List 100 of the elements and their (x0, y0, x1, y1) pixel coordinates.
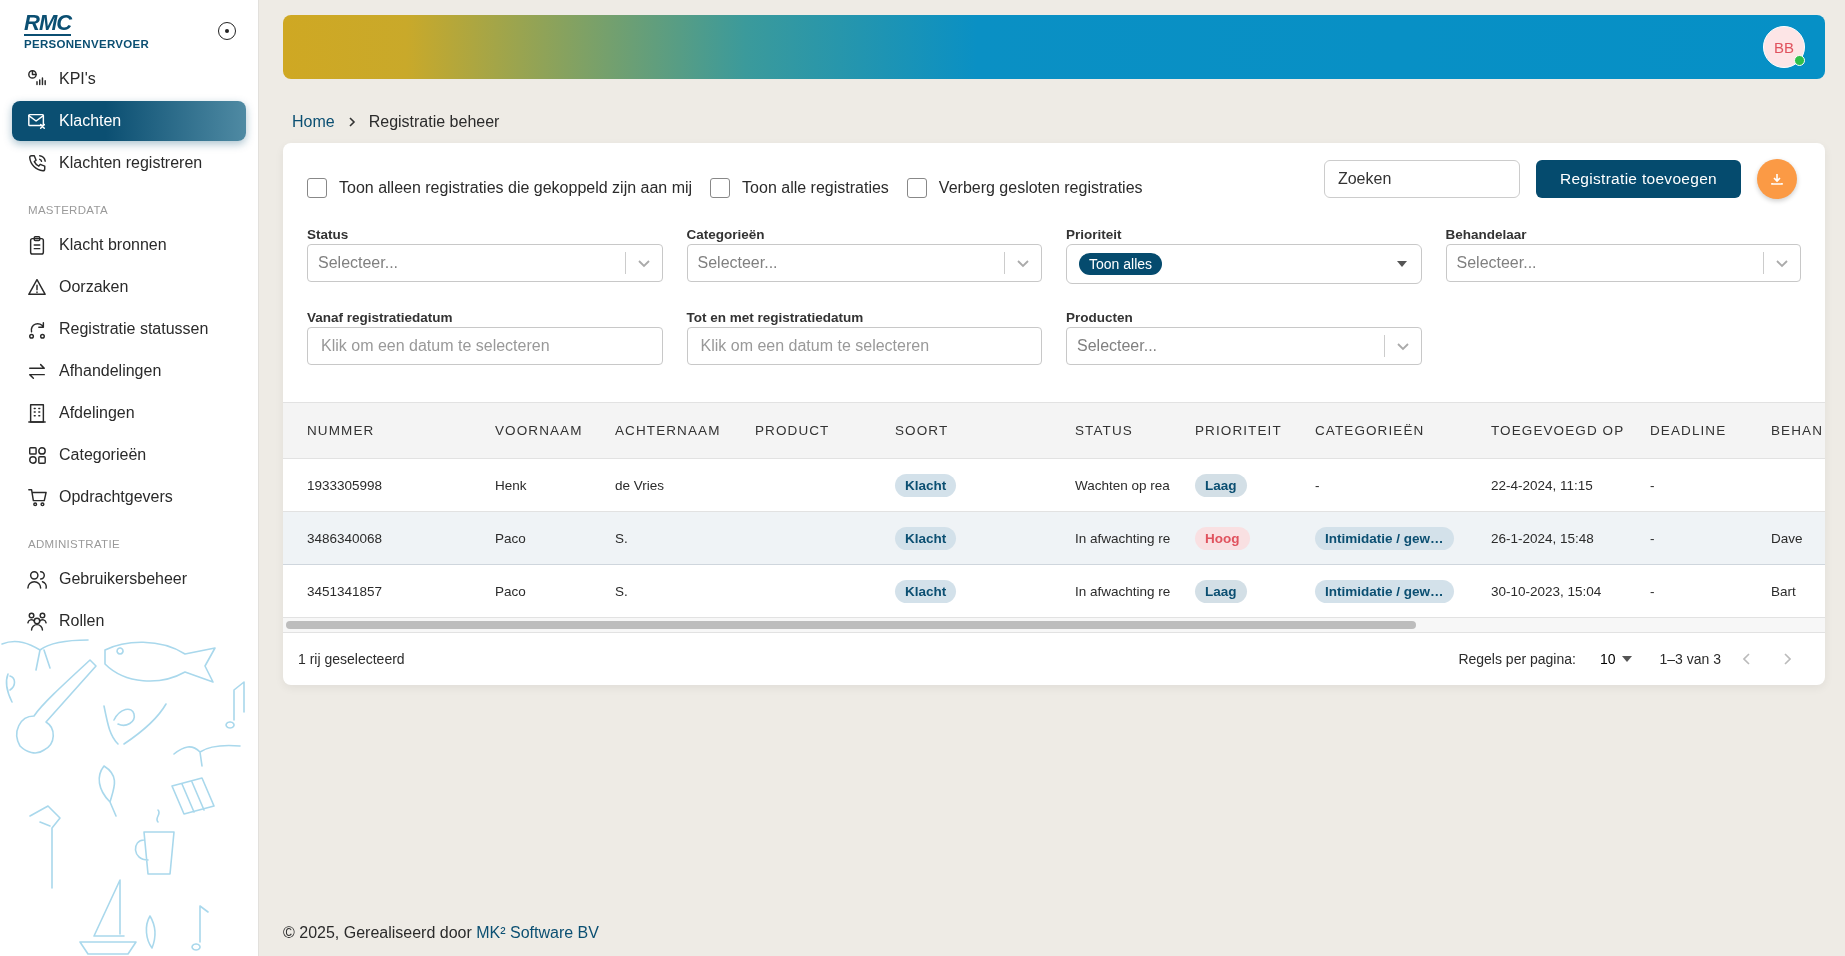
page-range: 1–3 van 3 (1659, 651, 1721, 667)
date-field[interactable]: Klik om een datum te selecteren (307, 327, 663, 365)
selection-count: 1 rij geselecteerd (298, 651, 405, 667)
field-label: Categorieën (686, 227, 766, 242)
nav-item[interactable]: Categorieën (12, 435, 246, 475)
table-cell: In afwachting re (1075, 530, 1171, 546)
checkbox[interactable] (710, 178, 731, 198)
nav-icon (27, 611, 47, 631)
table-cell: 1933305998 (307, 477, 383, 493)
table-cell: - (1650, 477, 1655, 493)
tag: Intimidatie / gew… (1315, 526, 1454, 550)
chevron-down-icon (1017, 259, 1029, 267)
date-field[interactable]: Klik om een datum te selecteren (686, 327, 1042, 365)
company-logo: RMC PERSONENVERVOER (24, 12, 150, 50)
nav-icon (27, 403, 47, 423)
select-field[interactable]: Selecteer... (307, 244, 663, 282)
checkbox-label: Toon alle registraties (742, 179, 889, 197)
horizontal-scrollbar[interactable] (283, 618, 1825, 633)
search-field[interactable]: Zoeken (1323, 160, 1520, 198)
nav-item[interactable]: Registratie statussen (12, 309, 246, 349)
chevron-down-icon (1776, 259, 1788, 267)
tag: Intimidatie / gew… (1315, 579, 1454, 603)
nav-item[interactable]: Rollen (12, 601, 246, 641)
table-cell: Paco (495, 583, 526, 599)
field-label: Prioriteit (1066, 227, 1123, 242)
table-row[interactable]: 3486340068 Paco S. Klacht In afwachting re Hoog Intimidatie / gew… 26-1-2024, 15:48 - Dave (283, 512, 1825, 565)
nav-icon (27, 111, 47, 131)
table-cell: - (1650, 530, 1655, 546)
rows-per-page-label: Regels per pagina: (1458, 651, 1576, 667)
checkbox[interactable] (906, 178, 927, 198)
chevron-down-icon (637, 259, 650, 267)
nav-icon (27, 277, 47, 297)
column-header[interactable]: SOORT (895, 423, 949, 438)
select-field[interactable]: Selecteer... (1066, 327, 1422, 365)
table-cell: - (1315, 477, 1320, 493)
caret-icon (1621, 656, 1632, 662)
tag: Klacht (895, 579, 957, 603)
nav-item[interactable]: Oorzaken (12, 267, 246, 307)
table-cell: 22-4-2024, 11:15 (1491, 477, 1593, 493)
nav-item[interactable]: Klachten (12, 101, 246, 141)
table-cell: 3451341857 (307, 583, 383, 599)
tag: Klacht (895, 473, 957, 497)
rows-per-page-select[interactable]: 10 (1599, 651, 1632, 667)
nav-icon (27, 361, 47, 381)
copyright-text: © 2025, Gerealiseerd door MK² Software BV (283, 924, 600, 943)
table-cell: Henk (495, 477, 527, 493)
column-header[interactable]: PRODUCT (755, 423, 830, 438)
download-button[interactable] (1757, 159, 1797, 199)
chevron-down-icon (1396, 342, 1409, 350)
download-icon (1771, 173, 1783, 185)
table-cell: 30-10-2023, 15:04 (1491, 583, 1602, 599)
nav-item[interactable]: Afdelingen (12, 393, 246, 433)
company-link[interactable]: MK² Software BV (476, 924, 599, 941)
column-header[interactable]: STATUS (1075, 423, 1133, 438)
column-header[interactable]: BEHAN (1771, 423, 1823, 438)
table-cell: Bart (1771, 583, 1796, 599)
caret-icon (1396, 261, 1407, 267)
table-cell: Dave (1771, 530, 1803, 546)
table-cell: S. (615, 530, 628, 546)
select-field[interactable]: Selecteer... (1445, 244, 1801, 282)
table-cell: Wachten op rea (1075, 477, 1170, 493)
nav-icon (27, 153, 47, 173)
nav-section-heading: MASTERDATA (27, 203, 109, 218)
table-cell: In afwachting re (1075, 583, 1171, 599)
multi-select-field[interactable]: Toon alles (1066, 244, 1422, 284)
nav-item[interactable]: Afhandelingen (12, 351, 246, 391)
field-label: Tot en met registratiedatum (686, 310, 865, 325)
chevron-icon (346, 117, 357, 127)
table-cell: S. (615, 583, 628, 599)
field-label: Vanaf registratiedatum (307, 310, 454, 325)
checkbox[interactable] (307, 178, 327, 198)
tag: Laag (1195, 473, 1247, 497)
nav-icon (27, 235, 47, 255)
nav-icon (27, 445, 47, 465)
column-header[interactable]: DEADLINE (1650, 423, 1727, 438)
column-header[interactable]: PRIORITEIT (1195, 423, 1282, 438)
field-label: Producten (1066, 310, 1134, 325)
table-cell: 3486340068 (307, 530, 383, 546)
column-header[interactable]: NUMMER (307, 423, 375, 438)
select-field[interactable]: Selecteer... (686, 244, 1042, 282)
column-header[interactable]: CATEGORIEËN (1315, 423, 1425, 438)
table-cell: Paco (495, 530, 526, 546)
nav-section-heading: ADMINISTRATIE (27, 537, 121, 552)
column-header[interactable]: VOORNAAM (495, 423, 583, 438)
breadcrumb-current: Registratie beheer (368, 113, 500, 131)
nav-item[interactable]: Klacht bronnen (12, 225, 246, 265)
nav-item[interactable]: Klachten registreren (12, 143, 246, 183)
add-registration-button[interactable]: Registratie toevoegen (1535, 160, 1741, 198)
table-cell: 26-1-2024, 15:48 (1491, 530, 1594, 546)
breadcrumb-link[interactable]: Home (292, 113, 335, 131)
column-header[interactable]: ACHTERNAAM (615, 423, 721, 438)
nav-item[interactable]: Gebruikersbeheer (12, 559, 246, 599)
column-header[interactable]: TOEGEVOEGD OP (1491, 423, 1625, 438)
checkbox-label: Verberg gesloten registraties (938, 179, 1143, 197)
nav-icon (27, 569, 47, 589)
nav-icon (27, 319, 47, 339)
nav-item[interactable]: KPI's (12, 59, 246, 99)
nav-item[interactable]: Opdrachtgevers (12, 477, 246, 517)
table-cell: - (1650, 583, 1655, 599)
checkbox-label: Toon alleen registraties die gekoppeld zijn aan mij (339, 179, 693, 197)
